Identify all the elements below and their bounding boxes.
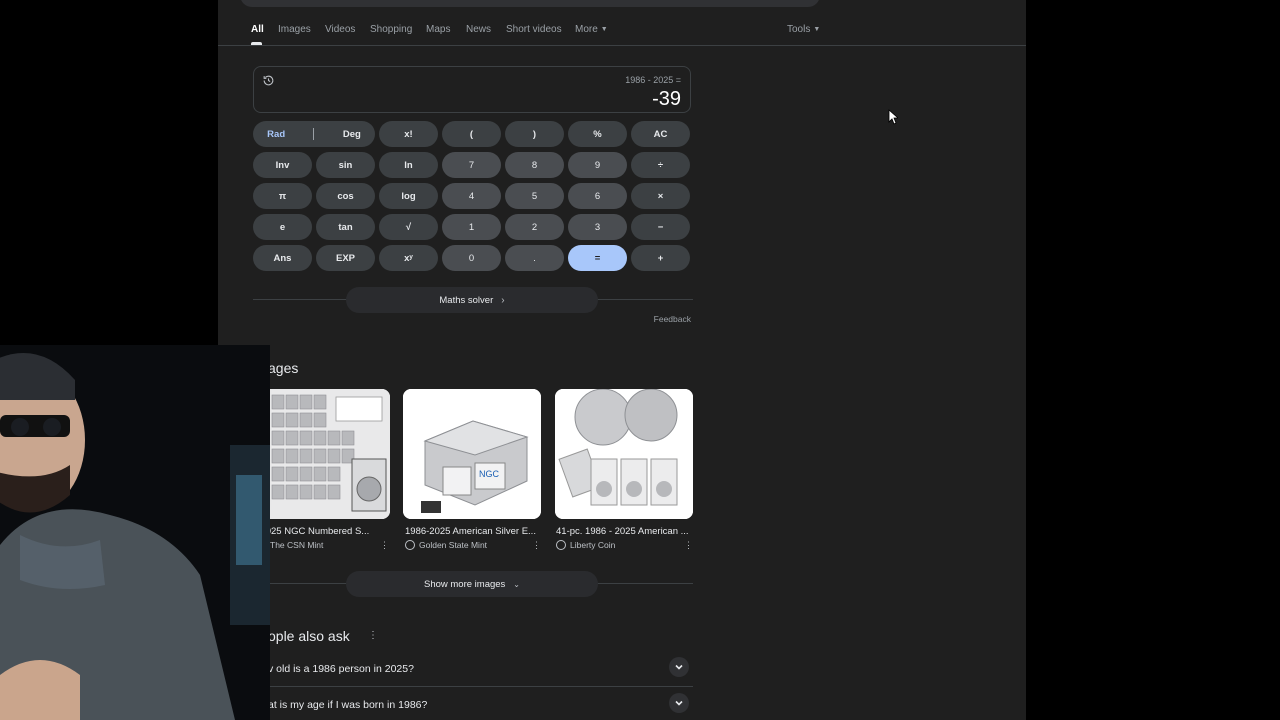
images-section-title: ages [268,360,299,376]
more-vert-icon[interactable]: ⋮ [532,540,541,551]
tab-short-videos[interactable]: Short videos [506,24,562,35]
show-more-images-label: Show more images [423,578,506,590]
e-key[interactable]: e [253,214,312,240]
digit-7-key[interactable]: 7 [442,152,501,178]
maths-solver-label: Maths solver [439,294,494,306]
image-caption-3[interactable]: 41-pc. 1986 - 2025 American ... [556,526,694,537]
minus-key[interactable]: − [631,214,690,240]
chevron-down-icon: ⌄ [513,579,520,589]
source-favicon-icon [556,540,566,550]
digit-3-key[interactable]: 3 [568,214,627,240]
digit-6-key[interactable]: 6 [568,183,627,209]
power-key[interactable]: xʸ [379,245,438,271]
rad-deg-toggle[interactable]: Rad Deg [253,121,375,147]
tab-all[interactable]: All [251,24,264,35]
feedback-link[interactable]: Feedback [654,314,691,324]
cursor-icon [888,109,898,125]
all-clear-key[interactable]: AC [631,121,690,147]
ans-key[interactable]: Ans [253,245,312,271]
multiply-key[interactable]: × [631,183,690,209]
digit-2-key[interactable]: 2 [505,214,564,240]
image-caption-2[interactable]: 1986-2025 American Silver E... [405,526,543,537]
paa-question-1-text: v old is a 1986 person in 2025? [268,663,414,675]
equals-key[interactable]: = [568,245,627,271]
image-source-3-label: Liberty Coin [570,540,616,550]
screen: All Images Videos Shopping Maps News Sho… [0,0,1280,720]
tools-label: Tools [787,24,811,35]
source-favicon-icon [405,540,415,550]
calculator-display: 1986 - 2025 = -39 [253,66,691,113]
chevron-down-icon[interactable] [669,693,689,713]
tools-button[interactable]: Tools ▼ [787,24,820,35]
factorial-key[interactable]: x! [379,121,438,147]
rad-deg-separator [313,128,315,140]
image-result-2[interactable]: NGC [403,389,541,519]
ngc-numbered-set-image [252,389,390,519]
pi-key[interactable]: π [253,183,312,209]
caret-down-icon: ▼ [813,25,821,33]
tab-more[interactable]: More ▼ [575,24,608,35]
calculator-expression: 1986 - 2025 = [625,75,681,85]
american-silver-eagle-box-image: NGC [403,389,541,519]
digit-8-key[interactable]: 8 [505,152,564,178]
calculator-result: -39 [652,88,681,110]
right-paren-key[interactable]: ) [505,121,564,147]
rad-button[interactable]: Rad [267,129,285,140]
tab-more-label: More [575,24,598,35]
tab-images[interactable]: Images [278,24,311,35]
digit-9-key[interactable]: 9 [568,152,627,178]
sqrt-key[interactable]: √ [379,214,438,240]
search-results-page: All Images Videos Shopping Maps News Sho… [218,0,1026,720]
tab-videos[interactable]: Videos [325,24,355,35]
liberty-coin-set-image [555,389,693,519]
maths-solver-button[interactable]: Maths solver › [346,287,598,313]
sin-key[interactable]: sin [316,152,375,178]
image-caption-1[interactable]: 6-2025 NGC Numbered S... [252,526,390,537]
caret-down-icon: ▼ [600,25,608,33]
log-key[interactable]: log [379,183,438,209]
tab-shopping[interactable]: Shopping [370,24,412,35]
image-source-1-label: The CSN Mint [270,540,324,550]
chevron-down-icon[interactable] [669,657,689,677]
webcam-overlay [0,345,270,720]
image-source-2[interactable]: Golden State Mint [405,540,487,550]
paa-question-1[interactable]: v old is a 1986 person in 2025? [253,651,693,687]
tab-news[interactable]: News [466,24,491,35]
tan-key[interactable]: tan [316,214,375,240]
exp-key[interactable]: EXP [316,245,375,271]
more-vert-icon[interactable]: ⋮ [380,540,389,551]
image-source-2-label: Golden State Mint [419,540,488,550]
decimal-point-key[interactable]: . [505,245,564,271]
paa-question-2-text: at is my age if I was born in 1986? [268,699,428,711]
divide-key[interactable]: ÷ [631,152,690,178]
deg-button[interactable]: Deg [343,129,361,140]
svg-text:NGC: NGC [479,469,500,479]
digit-4-key[interactable]: 4 [442,183,501,209]
image-result-3[interactable] [555,389,693,519]
search-tabs: All Images Videos Shopping Maps News Sho… [218,0,1026,46]
presenter-video [0,345,270,720]
chevron-right-icon: › [501,294,505,306]
plus-key[interactable]: + [631,245,690,271]
digit-1-key[interactable]: 1 [442,214,501,240]
tab-maps[interactable]: Maps [426,24,450,35]
ln-key[interactable]: ln [379,152,438,178]
digit-5-key[interactable]: 5 [505,183,564,209]
history-icon[interactable] [262,74,275,87]
show-more-images-button[interactable]: Show more images ⌄ [346,571,598,597]
left-paren-key[interactable]: ( [442,121,501,147]
more-vert-icon[interactable]: ⋮ [684,540,693,551]
paa-question-2[interactable]: at is my age if I was born in 1986? [253,687,693,720]
image-result-1[interactable] [252,389,390,519]
inv-key[interactable]: Inv [253,152,312,178]
people-also-ask-title: ople also ask [268,628,350,644]
image-source-3[interactable]: Liberty Coin [556,540,615,550]
percent-key[interactable]: % [568,121,627,147]
digit-0-key[interactable]: 0 [442,245,501,271]
cos-key[interactable]: cos [316,183,375,209]
active-tab-indicator [251,42,262,45]
more-vert-icon[interactable]: ⋮ [368,630,378,641]
